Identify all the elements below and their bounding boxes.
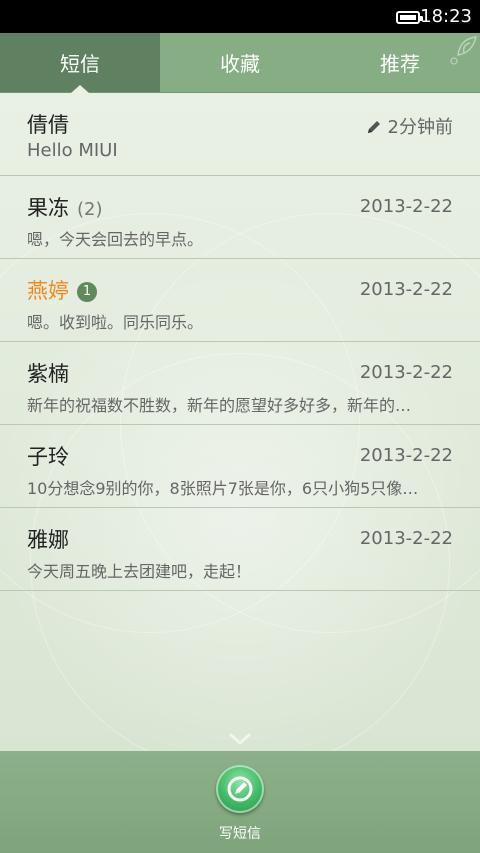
- tab-favorites-label: 收藏: [220, 52, 260, 76]
- ornament-right-icon: [450, 36, 477, 65]
- thread-date: 2013-2-22: [359, 362, 453, 383]
- contact-name-text: 紫楠: [27, 362, 69, 386]
- contact-name-text: 子玲: [27, 445, 69, 469]
- contact-name-text: 燕婷: [27, 279, 69, 303]
- thread-row[interactable]: 子玲 2013-2-22 10分想念9别的你，8张照片7张是你，6只小狗5只像…: [0, 425, 480, 508]
- contact-name: 燕婷 1: [27, 275, 97, 305]
- message-snippet: 嗯。收到啦。同乐同乐。: [27, 313, 204, 332]
- unread-badge: 1: [77, 282, 97, 302]
- tab-messages-label: 短信: [60, 52, 100, 76]
- contact-name-text: 雅娜: [27, 528, 69, 552]
- tab-recommended-label: 推荐: [380, 52, 420, 76]
- contact-name: 果冻 (2): [27, 192, 103, 222]
- message-count: (2): [77, 199, 103, 220]
- thread-date: 2013-2-22: [359, 528, 453, 549]
- tab-messages[interactable]: 短信: [0, 33, 160, 93]
- message-snippet: 嗯，今天会回去的早点。: [27, 230, 204, 249]
- thread-row[interactable]: 雅娜 2013-2-22 今天周五晚上去团建吧，走起！: [0, 508, 480, 591]
- tab-favorites[interactable]: 收藏: [160, 33, 320, 92]
- message-snippet: Hello MIUI: [27, 140, 118, 161]
- thread-list: 倩倩 2分钟前 Hello MIUI 果冻 (2) 2013-2-22 嗯，今天会…: [0, 93, 480, 751]
- thread-row[interactable]: 紫楠 2013-2-22 新年的祝福数不胜数，新年的愿望好多好多，新年的…: [0, 342, 480, 425]
- contact-name-text: 果冻: [27, 196, 69, 220]
- battery-level: [400, 15, 416, 20]
- thread-date-text: 2分钟前: [387, 117, 453, 138]
- status-bar: 18:23: [0, 0, 480, 33]
- message-snippet: 今天周五晚上去团建吧，走起！: [27, 562, 252, 581]
- thread-date: 2013-2-22: [359, 279, 453, 300]
- compose-button[interactable]: [216, 765, 264, 813]
- message-snippet: 10分想念9别的你，8张照片7张是你，6只小狗5只像…: [27, 479, 419, 498]
- chevron-down-icon: [229, 733, 251, 746]
- thread-date: 2013-2-22: [359, 196, 453, 217]
- thread-date: 2013-2-22: [359, 445, 453, 466]
- thread-row[interactable]: 燕婷 1 2013-2-22 嗯。收到啦。同乐同乐。: [0, 259, 480, 342]
- contact-name: 子玲: [27, 441, 69, 471]
- thread-date: 2分钟前: [366, 113, 453, 139]
- status-time: 18:23: [420, 6, 472, 27]
- compose-icon: [227, 776, 253, 802]
- compose-label[interactable]: 写短信: [0, 823, 480, 843]
- contact-name: 紫楠: [27, 358, 69, 388]
- contact-name: 倩倩: [27, 109, 69, 139]
- message-snippet: 新年的祝福数不胜数，新年的愿望好多好多，新年的…: [27, 396, 412, 415]
- pencil-icon: [367, 121, 380, 133]
- contact-name: 雅娜: [27, 524, 69, 554]
- tab-bar: 短信 收藏 推荐: [0, 33, 480, 93]
- battery-icon: [396, 11, 423, 24]
- contact-name-text: 倩倩: [27, 113, 69, 137]
- thread-row[interactable]: 倩倩 2分钟前 Hello MIUI: [0, 93, 480, 176]
- thread-row[interactable]: 果冻 (2) 2013-2-22 嗯，今天会回去的早点。: [0, 176, 480, 259]
